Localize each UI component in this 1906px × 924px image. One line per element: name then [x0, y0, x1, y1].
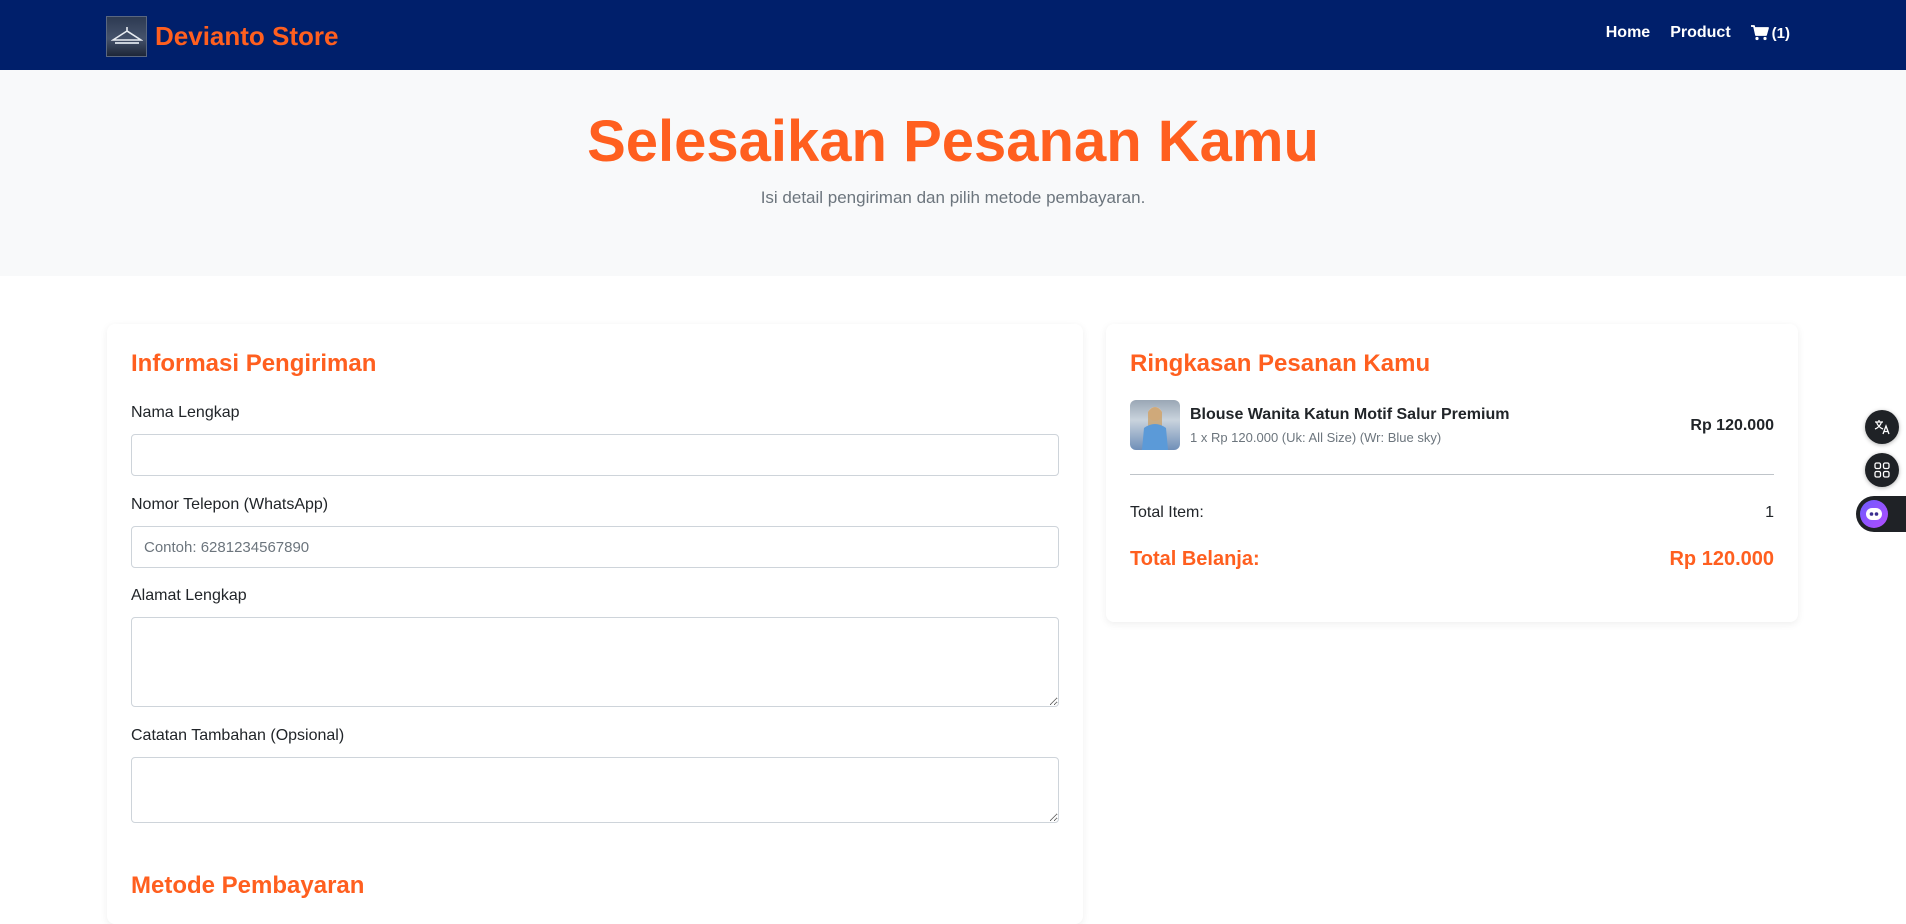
page-title: Selesaikan Pesanan Kamu	[587, 109, 1319, 174]
grand-total-label: Total Belanja:	[1130, 548, 1260, 570]
notes-textarea[interactable]	[131, 757, 1059, 823]
brand-name[interactable]: Devianto Store	[155, 21, 339, 52]
translate-button[interactable]	[1865, 410, 1899, 444]
product-thumbnail	[1130, 400, 1180, 450]
summary-divider	[1130, 474, 1774, 475]
grand-total-value: Rp 120.000	[1669, 548, 1774, 570]
item-name: Blouse Wanita Katun Motif Salur Premium	[1190, 406, 1510, 423]
cart-count: (1)	[1771, 24, 1790, 42]
apps-button[interactable]	[1865, 453, 1899, 487]
phone-input[interactable]	[131, 526, 1059, 568]
translate-icon	[1874, 420, 1890, 435]
notes-label: Catatan Tambahan (Opsional)	[131, 727, 345, 744]
address-textarea[interactable]	[131, 617, 1059, 707]
nav-product-link[interactable]: Product	[1670, 24, 1730, 42]
apps-icon	[1874, 462, 1890, 478]
payment-title: Metode Pembayaran	[131, 872, 365, 899]
store-logo	[106, 16, 147, 57]
assistant-icon	[1860, 500, 1888, 528]
phone-label: Nomor Telepon (WhatsApp)	[131, 496, 329, 513]
brand[interactable]: Devianto Store	[106, 16, 339, 57]
nav-links: Home Product (1)	[1606, 24, 1790, 42]
total-item-label: Total Item:	[1130, 504, 1204, 521]
shipping-title: Informasi Pengiriman	[131, 350, 377, 377]
assistant-button[interactable]	[1856, 496, 1906, 532]
navbar: Devianto Store Home Product (1)	[0, 0, 1906, 70]
hero-section: Selesaikan Pesanan Kamu Isi detail pengi…	[0, 70, 1906, 276]
address-label: Alamat Lengkap	[131, 587, 247, 604]
cart-icon	[1750, 25, 1769, 41]
item-detail: 1 x Rp 120.000 (Uk: All Size) (Wr: Blue …	[1190, 430, 1442, 445]
nav-home-link[interactable]: Home	[1606, 24, 1650, 42]
order-summary-card: Ringkasan Pesanan Kamu Blouse Wanita Kat…	[1106, 324, 1798, 622]
cart-link[interactable]: (1)	[1750, 24, 1790, 42]
item-price: Rp 120.000	[1690, 417, 1774, 434]
name-label: Nama Lengkap	[131, 404, 240, 421]
summary-title: Ringkasan Pesanan Kamu	[1130, 350, 1431, 377]
full-name-input[interactable]	[131, 434, 1059, 476]
total-item-value: 1	[1765, 504, 1774, 521]
page-subtitle: Isi detail pengiriman dan pilih metode p…	[760, 188, 1146, 207]
shipping-card: Informasi Pengiriman Nama Lengkap Nomor …	[107, 324, 1083, 924]
